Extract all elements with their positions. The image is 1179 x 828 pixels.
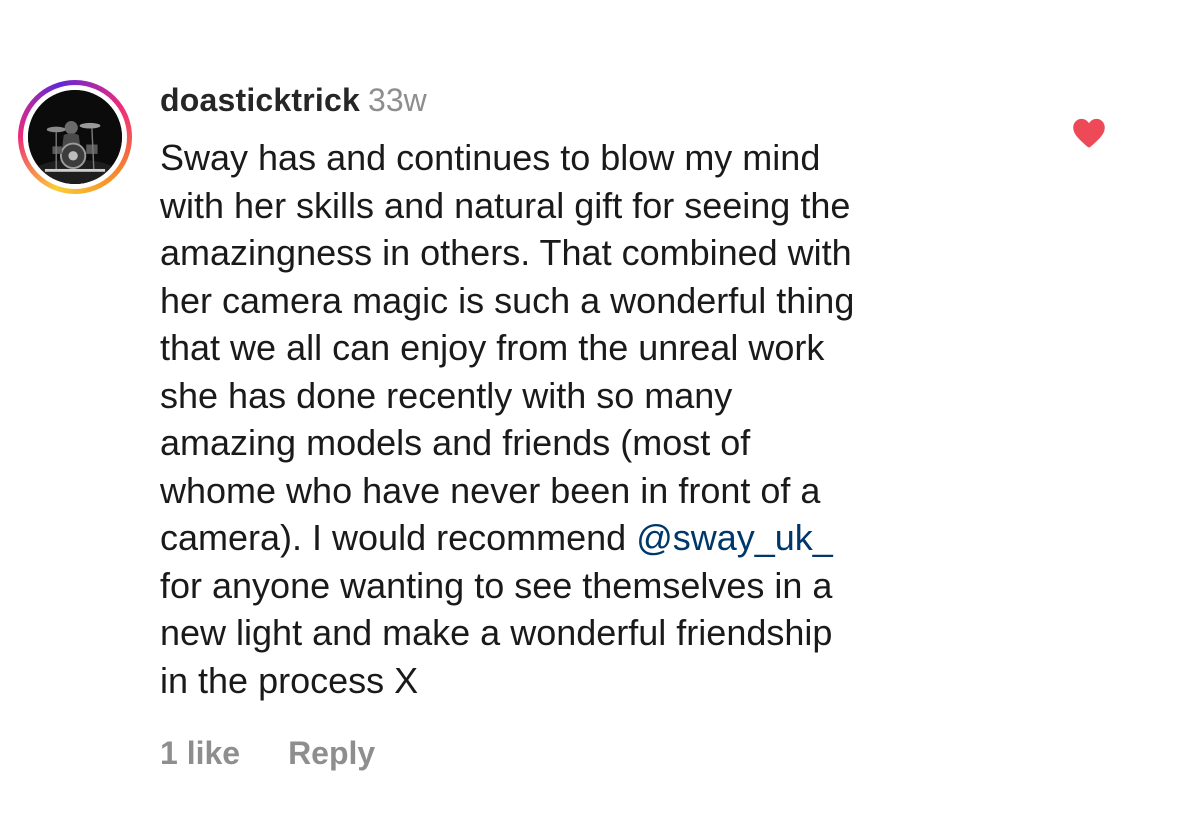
comment-line: new light and make a wonderful friendshi… xyxy=(160,612,833,653)
username-link[interactable]: doasticktrick xyxy=(160,82,360,118)
avatar[interactable] xyxy=(28,90,122,184)
comment-text-segment: camera). I would recommend xyxy=(160,517,637,558)
like-button[interactable] xyxy=(1071,115,1107,151)
comment-text: Sway has and continues to blow my mind w… xyxy=(160,134,1040,704)
reply-button[interactable]: Reply xyxy=(288,735,375,771)
heart-icon xyxy=(1073,118,1105,148)
comment-footer: 1 like Reply xyxy=(160,733,375,773)
avatar-story-ring[interactable] xyxy=(18,80,132,194)
comment-line: her camera magic is such a wonderful thi… xyxy=(160,279,855,321)
likes-count-link[interactable]: 1 like xyxy=(160,735,240,771)
comment-line: amazingness in others. That combined wit… xyxy=(160,232,852,273)
comment-line: that we all can enjoy from the unreal wo… xyxy=(160,327,825,368)
comment-line: with her skills and natural gift for see… xyxy=(160,184,851,226)
comment-line: amazing models and friends (most of xyxy=(160,422,751,463)
comment-line: she has done recently with so many xyxy=(160,374,733,416)
comment-line: Sway has and continues to blow my mind xyxy=(160,137,821,178)
comment-header: doasticktrick 33w xyxy=(160,80,427,120)
drummer-photo-icon xyxy=(28,90,122,184)
timestamp[interactable]: 33w xyxy=(368,82,427,118)
comment-line: for anyone wanting to see themselves in … xyxy=(160,564,833,606)
comment-line: whome who have never been in front of a xyxy=(160,469,821,511)
comment-line: in the process X xyxy=(160,659,419,701)
comment-line-with-mention: camera). I would recommend @sway_uk_ xyxy=(160,514,1040,562)
mention-link[interactable]: @sway_uk_ xyxy=(636,517,833,558)
